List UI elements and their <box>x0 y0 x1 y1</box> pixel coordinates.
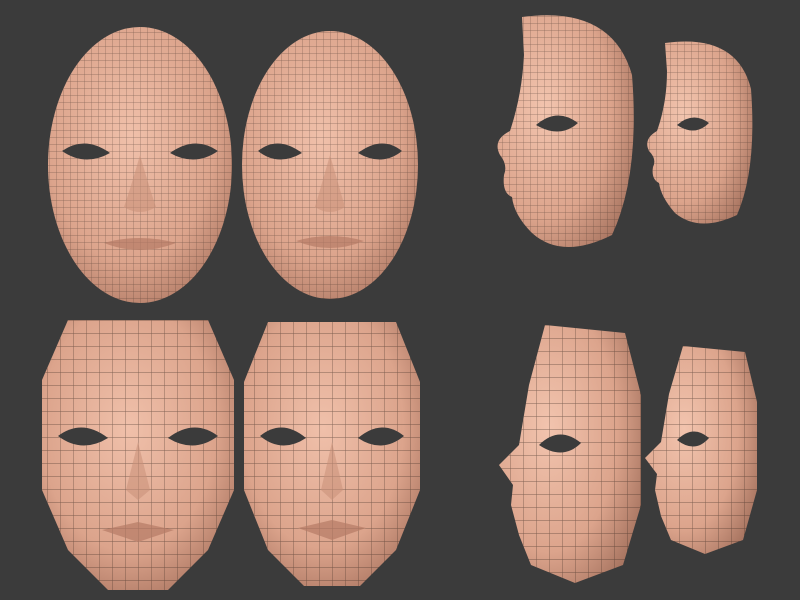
mask-front-low-1[interactable] <box>42 320 234 590</box>
mask-front-high-1[interactable] <box>48 27 232 303</box>
mask-side-high-1[interactable] <box>497 15 634 248</box>
mask-front-high-2[interactable] <box>242 31 418 299</box>
mask-front-low-2[interactable] <box>244 322 420 586</box>
mask-side-high-2[interactable] <box>647 41 753 224</box>
3d-viewport[interactable] <box>0 0 800 600</box>
mask-side-low-1[interactable] <box>499 325 641 583</box>
mask-render-scene <box>42 15 757 590</box>
mask-side-low-2[interactable] <box>645 346 757 554</box>
